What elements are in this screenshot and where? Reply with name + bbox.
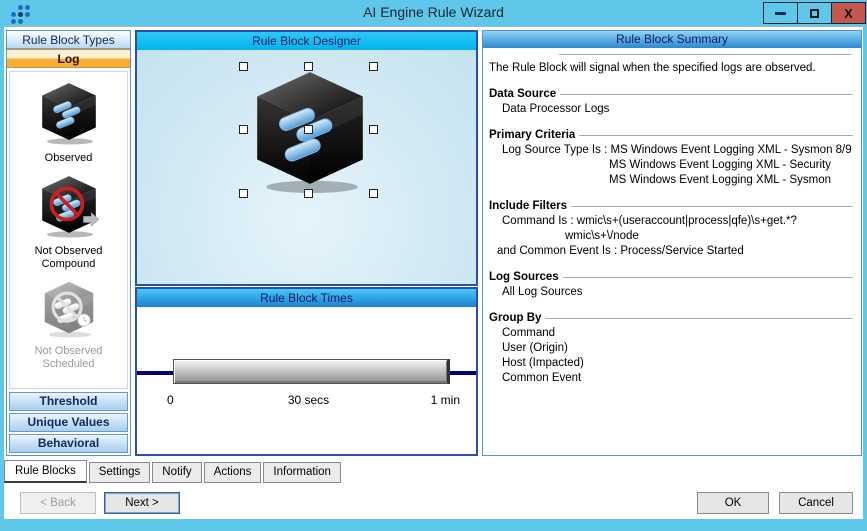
tab-information[interactable]: Information: [263, 462, 341, 483]
summary-section-group-by: Group By Command User (Origin) Host (Imp…: [489, 311, 855, 386]
type-label: Not Observed Compound: [34, 245, 103, 270]
rule-block-designer-header: Rule Block Designer: [137, 32, 476, 50]
divider: [562, 277, 853, 278]
window-title: AI Engine Rule Wizard: [363, 4, 504, 20]
section-line: MS Windows Event Logging XML - Security: [609, 159, 831, 171]
category-log-button[interactable]: Log: [7, 49, 130, 68]
rule-block-types-panel: Rule Block Types Log Observed Not Observ…: [6, 30, 131, 456]
summary-intro: The Rule Block will signal when the spec…: [489, 62, 816, 74]
section-line: Command: [502, 327, 556, 339]
rule-block-times-panel: Rule Block Times 0 30 secs 1 min: [135, 287, 478, 456]
ok-button[interactable]: OK: [697, 492, 769, 514]
tick-label-end: 1 min: [430, 393, 460, 407]
rule-block-designer-panel: Rule Block Designer: [135, 30, 478, 286]
section-line: wmic\s+\/node: [565, 230, 639, 242]
close-button[interactable]: X: [831, 2, 866, 24]
minimize-icon: [775, 11, 786, 15]
selection-handle[interactable]: [369, 125, 378, 134]
selection-handle[interactable]: [304, 189, 313, 198]
summary-section-log-sources: Log Sources All Log Sources: [489, 270, 855, 300]
section-line: Host (Impacted): [502, 357, 584, 369]
selection-handle[interactable]: [369, 189, 378, 198]
category-buttons: Threshold Unique Values Behavioral: [9, 390, 128, 453]
selection-handle[interactable]: [239, 189, 248, 198]
time-range-slider[interactable]: [173, 359, 450, 384]
summary-section-primary-criteria: Primary Criteria Log Source Type Is : MS…: [489, 128, 855, 188]
selection-handle[interactable]: [304, 125, 313, 134]
section-title: Group By: [489, 312, 542, 324]
category-unique-values-button[interactable]: Unique Values: [9, 413, 128, 432]
ai-engine-rule-wizard-window: AI Engine Rule Wizard X Rule Block Types…: [0, 0, 867, 531]
maximize-button[interactable]: [797, 2, 832, 24]
selection-handle[interactable]: [369, 62, 378, 71]
divider: [560, 94, 853, 95]
section-line: Command Is : wmic\s+(useraccount|process…: [502, 215, 797, 227]
designer-canvas[interactable]: [137, 50, 476, 284]
selection-handle[interactable]: [239, 125, 248, 134]
type-item-observed[interactable]: Observed: [10, 80, 127, 165]
tab-notify[interactable]: Notify: [152, 462, 202, 483]
log-type-list: Observed Not Observed Compound Not Obser…: [9, 71, 128, 389]
section-line: Log Source Type Is : MS Windows Event Lo…: [502, 144, 852, 156]
section-title: Log Sources: [489, 271, 559, 283]
summary-section-include-filters: Include Filters Command Is : wmic\s+(use…: [489, 199, 855, 259]
back-button[interactable]: < Back: [20, 492, 96, 514]
rule-block-times-header: Rule Block Times: [137, 289, 476, 307]
type-label: Not Observed Scheduled: [34, 345, 103, 370]
type-item-not-observed-scheduled: Not Observed Scheduled: [10, 279, 127, 371]
close-icon: X: [844, 5, 853, 21]
selection-handle[interactable]: [304, 62, 313, 71]
summary-section-data-source: Data Source Data Processor Logs: [489, 87, 855, 117]
not-observed-scheduled-icon: [41, 279, 97, 338]
divider: [559, 54, 851, 55]
section-line: MS Windows Event Logging XML - Sysmon: [609, 174, 831, 186]
window-bottom-border: [0, 519, 867, 531]
cancel-button[interactable]: Cancel: [779, 492, 853, 514]
maximize-icon: [810, 8, 819, 18]
observed-cube-icon: [38, 80, 100, 145]
divider: [545, 318, 853, 319]
category-behavioral-button[interactable]: Behavioral: [9, 434, 128, 453]
title-bar: AI Engine Rule Wizard X: [0, 0, 867, 26]
selection-handle[interactable]: [239, 62, 248, 71]
section-line: Common Event: [502, 372, 582, 384]
next-button[interactable]: Next >: [104, 492, 180, 514]
section-title: Include Filters: [489, 200, 567, 212]
divider: [570, 206, 853, 207]
rule-block-summary-panel: Rule Block Summary The Rule Block will s…: [482, 30, 862, 456]
section-line: User (Origin): [502, 342, 568, 354]
wizard-tabs: Rule Blocks Settings Notify Actions Info…: [4, 459, 343, 483]
tab-rule-blocks[interactable]: Rule Blocks: [4, 460, 87, 483]
type-label: Observed: [44, 152, 93, 164]
summary-body: The Rule Block will signal when the spec…: [483, 48, 861, 390]
minimize-button[interactable]: [763, 2, 798, 24]
section-line: Data Processor Logs: [502, 103, 610, 115]
tab-actions[interactable]: Actions: [203, 462, 262, 483]
window-controls: X: [763, 2, 866, 24]
category-threshold-button[interactable]: Threshold: [9, 392, 128, 411]
not-observed-compound-icon: [38, 173, 99, 238]
tab-settings[interactable]: Settings: [88, 462, 151, 483]
times-canvas: 0 30 secs 1 min: [137, 307, 476, 454]
rule-block-summary-header: Rule Block Summary: [483, 31, 861, 48]
type-item-not-observed-compound[interactable]: Not Observed Compound: [10, 173, 127, 271]
section-title: Primary Criteria: [489, 129, 576, 141]
rule-block-types-header: Rule Block Types: [7, 31, 130, 49]
section-line: and Common Event Is : Process/Service St…: [497, 245, 744, 257]
divider: [579, 135, 853, 136]
section-title: Data Source: [489, 88, 557, 100]
section-line: All Log Sources: [502, 286, 583, 298]
tick-label-mid: 30 secs: [287, 393, 330, 407]
